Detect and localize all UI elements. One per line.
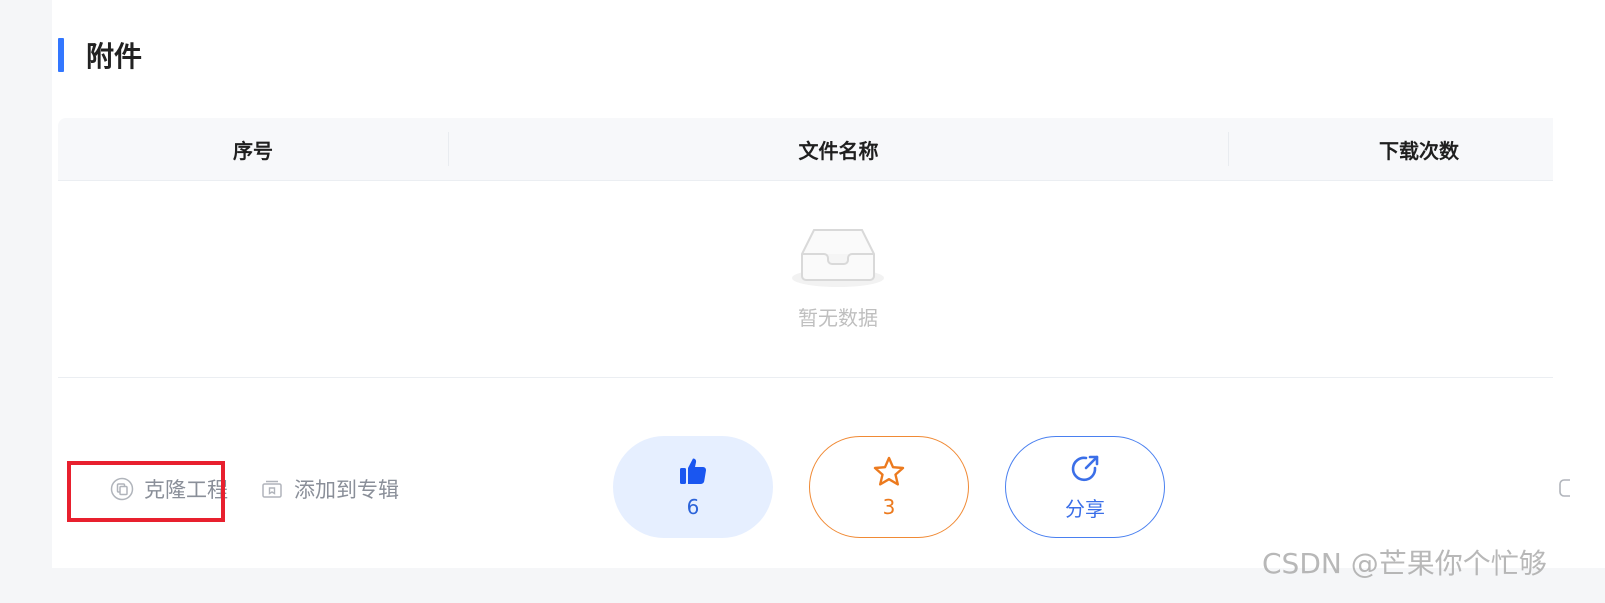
share-label: 分享 <box>1065 496 1105 521</box>
inbox-empty-icon <box>792 229 884 287</box>
add-to-album-label: 添加到专辑 <box>294 478 399 502</box>
attachments-table: 序号 文件名称 下载次数 暂无数据 <box>58 118 1553 378</box>
section-title: 附件 <box>86 40 143 73</box>
column-header-downloads: 下载次数 <box>1379 138 1459 163</box>
clone-project-button[interactable]: 克隆工程 <box>110 474 228 504</box>
clone-project-label: 克隆工程 <box>144 478 228 502</box>
table-header: 序号 文件名称 下载次数 <box>58 118 1553 181</box>
accent-bar <box>58 38 64 72</box>
thumbs-up-icon <box>680 458 707 484</box>
clone-icon <box>110 477 134 501</box>
share-button[interactable]: 分享 <box>1005 436 1165 538</box>
section-header: 附件 <box>58 38 143 73</box>
share-icon <box>1071 455 1099 481</box>
like-count: 6 <box>686 495 700 519</box>
favorite-button[interactable]: 3 <box>809 436 969 538</box>
album-icon <box>262 480 282 498</box>
column-header-filename: 文件名称 <box>798 138 879 163</box>
watermark: CSDN @芒果你个忙够 <box>1262 547 1547 580</box>
add-to-album-button[interactable]: 添加到专辑 <box>260 474 399 504</box>
report-icon[interactable] <box>1558 476 1570 504</box>
favorite-count: 3 <box>882 495 896 519</box>
empty-state-text: 暂无数据 <box>798 306 878 330</box>
star-icon <box>873 456 905 486</box>
like-button[interactable]: 6 <box>613 436 773 538</box>
empty-state <box>788 224 888 292</box>
table-bottom-border <box>58 377 1553 378</box>
column-header-index: 序号 <box>233 138 273 163</box>
